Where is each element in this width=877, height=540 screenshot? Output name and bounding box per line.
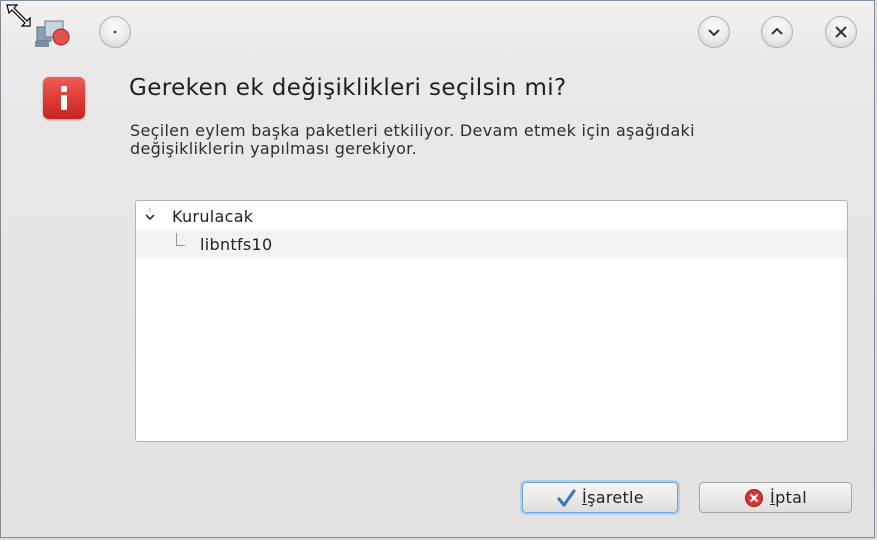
window-menu-button[interactable] xyxy=(99,16,131,48)
cancel-label-rest: ptal xyxy=(775,488,807,507)
minimize-button[interactable] xyxy=(698,16,730,48)
maximize-button[interactable] xyxy=(761,16,793,48)
confirm-label-rest: şaretle xyxy=(587,488,644,507)
changes-tree[interactable]: Kurulacak libntfs10 xyxy=(135,200,848,442)
chevron-down-icon[interactable] xyxy=(144,208,158,224)
chevron-up-icon xyxy=(771,27,783,35)
tree-group-row[interactable]: Kurulacak xyxy=(136,202,847,230)
dialog-description: Seçilen eylem başka paketleri etkiliyor.… xyxy=(130,121,695,158)
confirm-button-label: İşaretle xyxy=(582,488,644,507)
circle-dot-icon xyxy=(113,30,117,34)
cancel-button[interactable]: İptal xyxy=(699,482,852,513)
checkmark-icon xyxy=(557,488,576,507)
close-button[interactable] xyxy=(825,16,857,48)
chevron-down-icon xyxy=(708,29,720,37)
confirm-button[interactable]: İşaretle xyxy=(522,482,678,513)
tree-group-label: Kurulacak xyxy=(172,206,254,226)
cancel-icon xyxy=(745,488,764,507)
tree-item-row[interactable]: libntfs10 xyxy=(136,230,847,258)
info-icon xyxy=(43,77,85,119)
tree-branch-line xyxy=(176,233,185,246)
dialog-window: Gereken ek değişiklikleri seçilsin mi? S… xyxy=(0,0,875,538)
tree-item-label: libntfs10 xyxy=(200,234,273,254)
package-manager-icon xyxy=(35,20,70,47)
dialog-heading: Gereken ek değişiklikleri seçilsin mi? xyxy=(129,75,567,101)
cancel-button-label: İptal xyxy=(770,488,807,507)
close-icon xyxy=(835,26,847,38)
info-glyph xyxy=(61,86,67,110)
